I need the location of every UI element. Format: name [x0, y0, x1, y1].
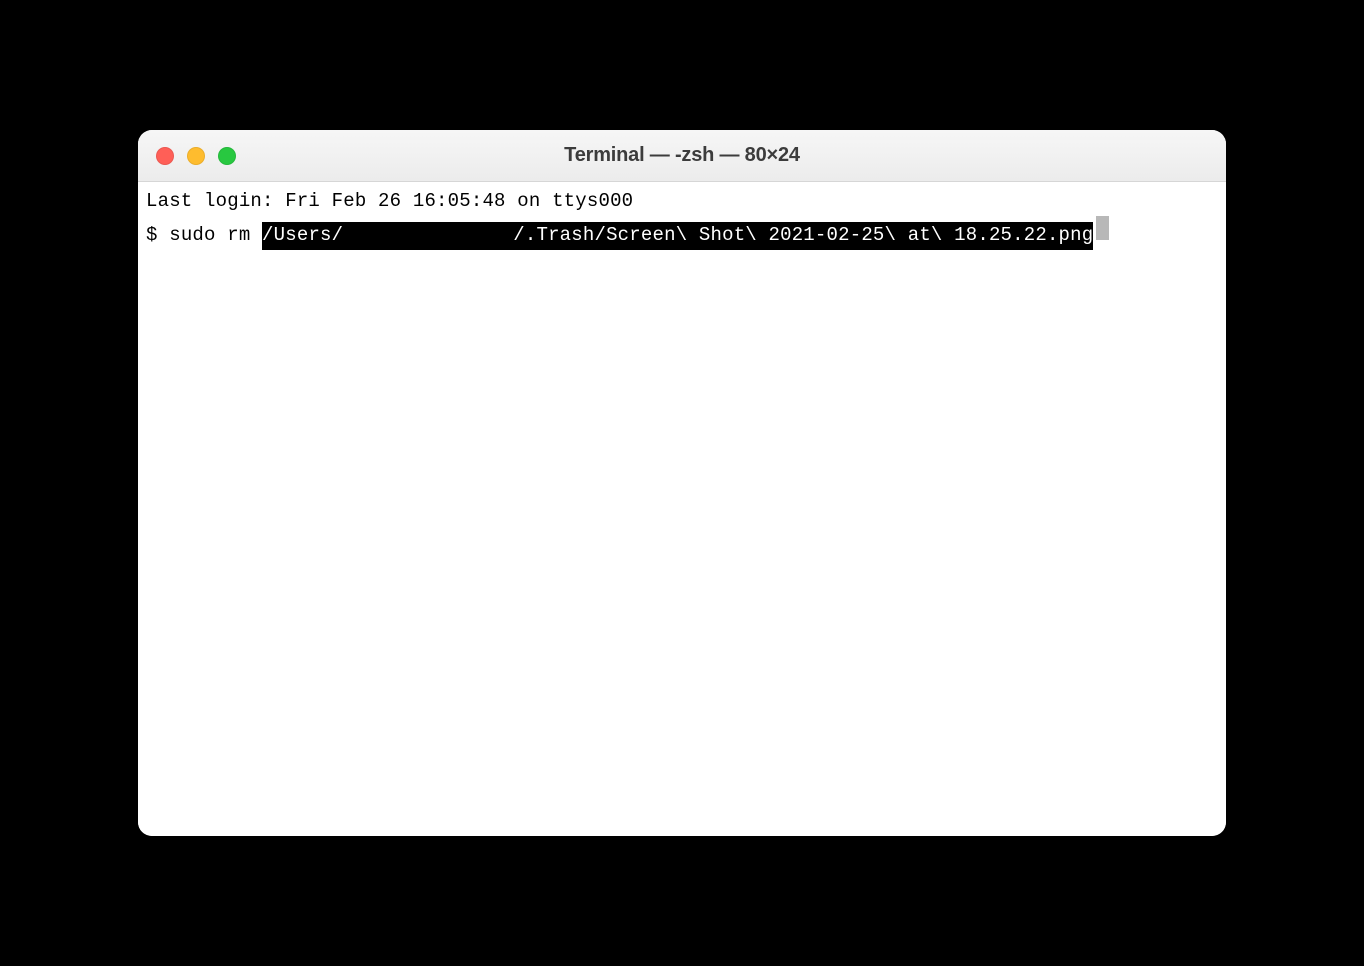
- zoom-icon[interactable]: [218, 147, 236, 165]
- path-users: /Users/: [262, 224, 343, 246]
- traffic-lights: [138, 147, 236, 165]
- cursor-icon: [1096, 216, 1109, 241]
- minimize-icon[interactable]: [187, 147, 205, 165]
- command-text: sudo rm: [169, 222, 262, 250]
- command-line: $ sudo rm /Users/ /.Trash/Screen\ Shot\ 2…: [146, 216, 1218, 250]
- titlebar[interactable]: Terminal — -zsh — 80×24: [138, 130, 1226, 182]
- last-login-line: Last login: Fri Feb 26 16:05:48 on ttys0…: [146, 188, 1218, 216]
- file-path-highlighted: /Users/ /.Trash/Screen\ Shot\ 2021-02-25\…: [262, 222, 1093, 250]
- path-filename: /.Trash/Screen\ Shot\ 2021-02-25\ at\ 18…: [513, 224, 1093, 246]
- window-title: Terminal — -zsh — 80×24: [138, 144, 1226, 167]
- redacted-username: [343, 223, 513, 246]
- terminal-content[interactable]: Last login: Fri Feb 26 16:05:48 on ttys0…: [138, 182, 1226, 836]
- terminal-window: Terminal — -zsh — 80×24 Last login: Fri …: [138, 130, 1226, 836]
- close-icon[interactable]: [156, 147, 174, 165]
- shell-prompt: $: [146, 222, 169, 250]
